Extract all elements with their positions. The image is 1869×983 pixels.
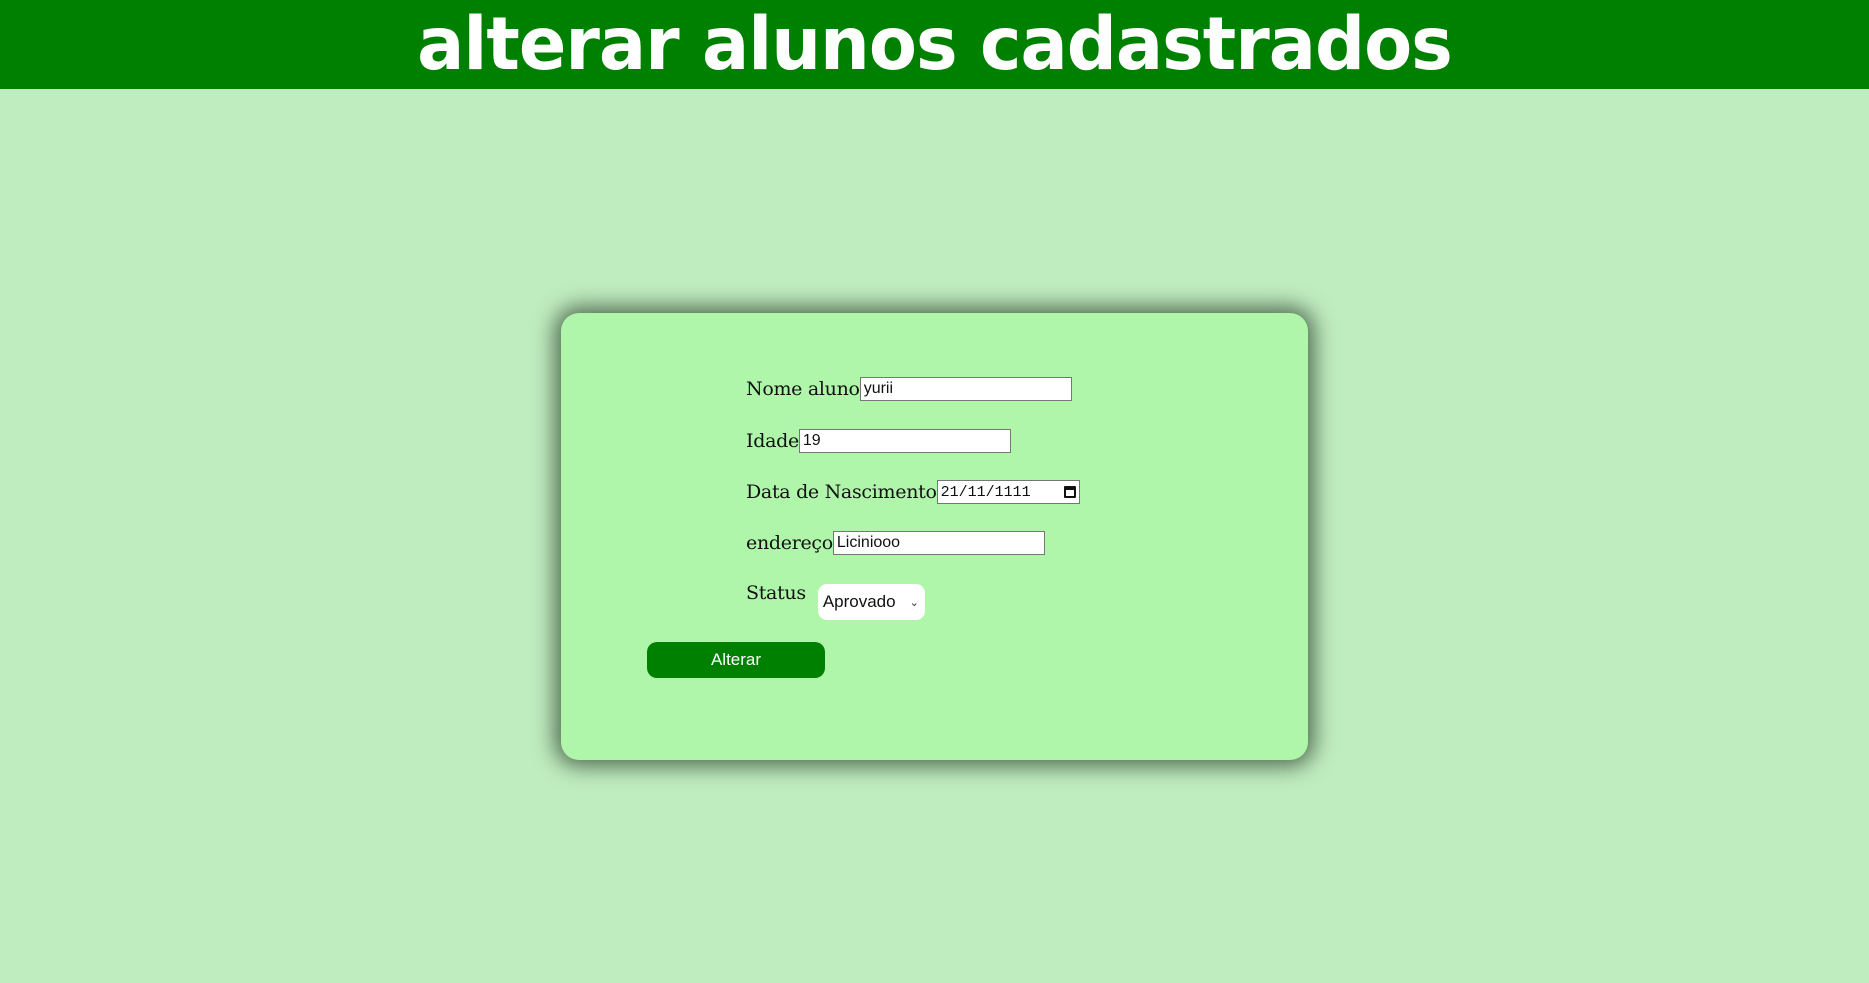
- page-header: alterar alunos cadastrados: [0, 0, 1869, 89]
- endereco-label: endereço: [746, 532, 833, 554]
- idade-label: Idade: [746, 430, 799, 452]
- nascimento-value: 21/11/1111: [940, 483, 1031, 501]
- nascimento-row: Data de Nascimento 21/11/1111: [746, 478, 1080, 506]
- status-selected-value: Aprovado: [822, 592, 896, 611]
- status-label: Status: [746, 582, 806, 604]
- status-select[interactable]: Aprovado ⌄: [817, 584, 925, 620]
- page-title: alterar alunos cadastrados: [417, 0, 1453, 88]
- endereco-input[interactable]: [832, 531, 1045, 555]
- edit-student-form: Nome aluno Idade Data de Nascimento 21/1…: [561, 313, 1308, 760]
- status-row: Status Aprovado ⌄: [746, 580, 925, 620]
- chevron-down-icon: ⌄: [909, 596, 919, 609]
- nascimento-date-input[interactable]: 21/11/1111: [936, 480, 1080, 504]
- nascimento-label: Data de Nascimento: [746, 481, 937, 503]
- nome-label: Nome aluno: [746, 378, 860, 400]
- idade-input[interactable]: [798, 429, 1011, 453]
- alterar-button[interactable]: Alterar: [647, 642, 825, 678]
- calendar-icon[interactable]: [1063, 486, 1076, 498]
- nome-row: Nome aluno: [746, 375, 1072, 403]
- endereco-row: endereço: [746, 529, 1045, 557]
- nome-input[interactable]: [859, 377, 1072, 401]
- idade-row: Idade: [746, 427, 1011, 455]
